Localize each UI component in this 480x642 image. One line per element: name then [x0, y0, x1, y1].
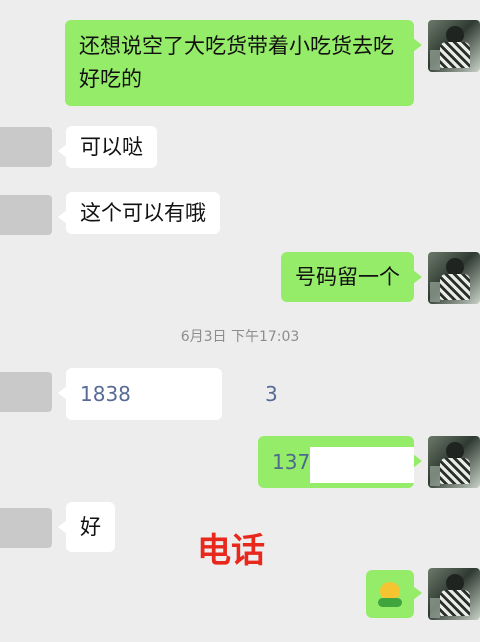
my-avatar[interactable] — [428, 20, 480, 72]
message-bubble-outgoing[interactable]: 号码留一个 — [281, 252, 422, 302]
overlay-label: 电话 — [197, 531, 265, 571]
redaction-overlay — [310, 447, 414, 483]
message-text: 还想说空了大吃货带着小吃货去吃好吃的 — [79, 34, 394, 91]
message-text: 号码留一个 — [295, 265, 400, 289]
message-bubble-incoming[interactable]: 可以哒 — [58, 126, 157, 168]
my-avatar[interactable] — [428, 436, 480, 488]
chat-window: 还想说空了大吃货带着小吃货去吃好吃的 可以哒 这个可以有哦 号码留一个 6月3日… — [0, 0, 480, 642]
contact-avatar[interactable] — [0, 127, 52, 167]
message-text: 好 — [80, 515, 101, 539]
message-bubble-emoji[interactable] — [366, 570, 422, 618]
smiling-sprout-emoji-body — [378, 598, 402, 607]
redaction-overlay — [130, 372, 204, 416]
message-bubble-incoming[interactable]: 好 — [58, 502, 115, 552]
message-bubble-incoming[interactable]: 这个可以有哦 — [58, 192, 220, 234]
message-text: 可以哒 — [80, 135, 143, 159]
contact-avatar[interactable] — [0, 372, 52, 412]
contact-avatar[interactable] — [0, 195, 52, 235]
my-avatar[interactable] — [428, 568, 480, 620]
message-timestamp: 6月3日 下午17:03 — [180, 329, 300, 345]
contact-avatar[interactable] — [0, 508, 52, 548]
phone-number-link-end[interactable]: 3 — [265, 368, 278, 420]
phone-number-link[interactable]: 1838 — [80, 382, 131, 406]
my-avatar[interactable] — [428, 252, 480, 304]
message-text: 这个可以有哦 — [80, 201, 206, 225]
message-bubble-outgoing[interactable]: 还想说空了大吃货带着小吃货去吃好吃的 — [65, 20, 422, 106]
